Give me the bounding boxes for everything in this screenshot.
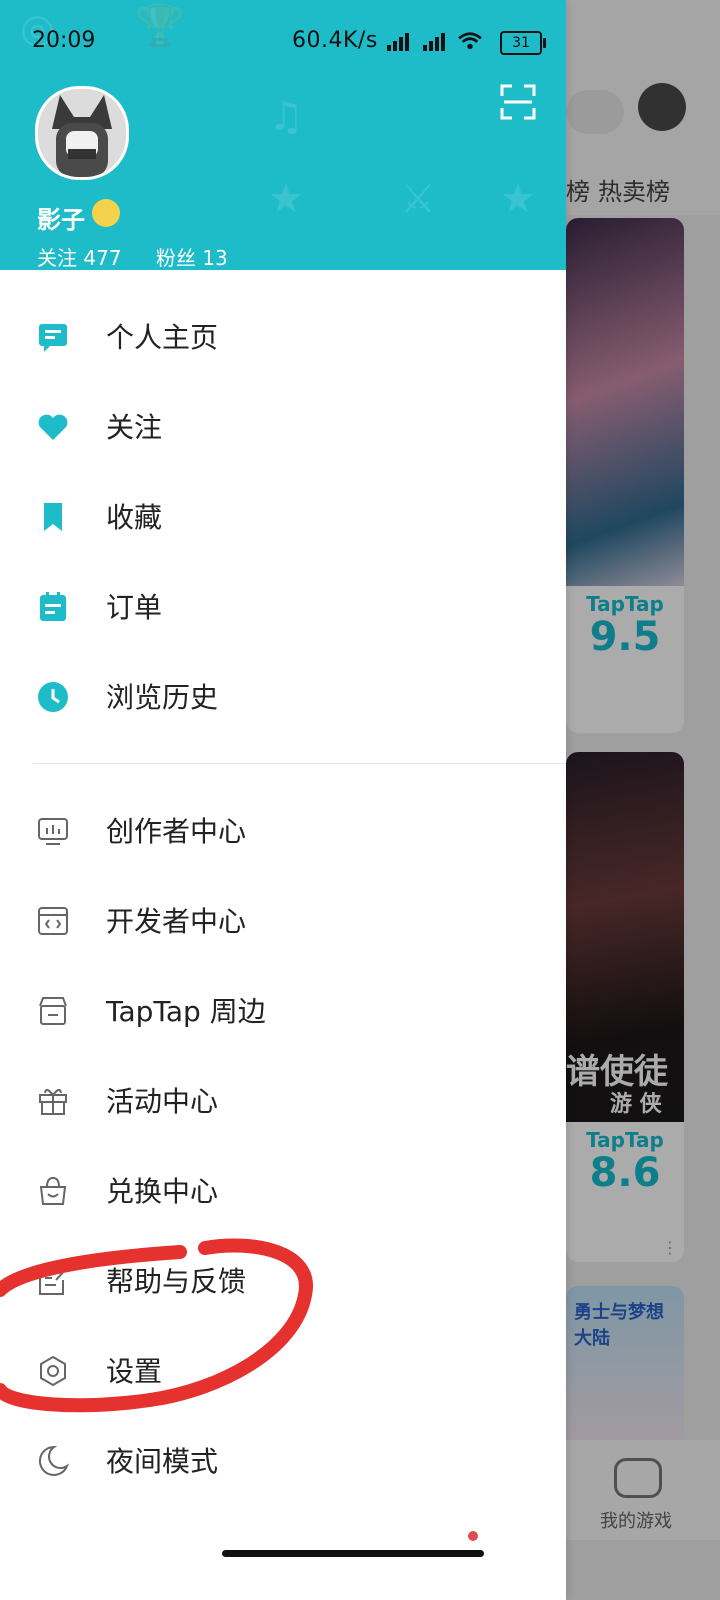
decor-pattern: 🏆 bbox=[135, 3, 185, 49]
moon-icon bbox=[38, 1445, 70, 1476]
bookmark-icon bbox=[44, 503, 62, 531]
battery-icon: 31 bbox=[500, 31, 546, 55]
menu-item-developer-center[interactable]: 开发者中心 bbox=[0, 882, 566, 962]
clock-icon bbox=[38, 682, 68, 712]
home-indicator[interactable] bbox=[222, 1550, 484, 1557]
menu-item-creator-center[interactable]: 创作者中心 bbox=[0, 792, 566, 872]
signal-icon bbox=[387, 33, 410, 51]
avatar-image bbox=[38, 89, 126, 177]
creator-icon bbox=[38, 818, 68, 845]
following-count[interactable]: 关注 477 bbox=[37, 246, 122, 270]
bag-icon bbox=[39, 1176, 67, 1205]
user-badge-icon bbox=[92, 199, 120, 227]
decor-pattern: ⚔ bbox=[400, 176, 436, 222]
decor-pattern: ♫ bbox=[268, 94, 304, 140]
menu-label: 创作者中心 bbox=[106, 815, 247, 848]
menu-label: 开发者中心 bbox=[106, 905, 247, 938]
menu-item-favorites[interactable]: 收藏 bbox=[0, 478, 566, 558]
menu-label: 浏览历史 bbox=[106, 681, 219, 714]
user-avatar[interactable] bbox=[35, 86, 129, 180]
menu-item-activity-center[interactable]: 活动中心 bbox=[0, 1062, 566, 1142]
menu-item-taptap-store[interactable]: TapTap 周边 bbox=[0, 972, 566, 1052]
menu-divider bbox=[33, 763, 566, 764]
menu-label: 个人主页 bbox=[106, 321, 219, 354]
store-icon bbox=[39, 997, 67, 1025]
profile-icon bbox=[39, 324, 67, 352]
order-icon bbox=[40, 592, 66, 621]
menu-label: 活动中心 bbox=[106, 1085, 219, 1118]
menu-label: TapTap 周边 bbox=[106, 995, 266, 1028]
profile-stats: 关注 477 粉丝 13 bbox=[37, 242, 256, 270]
network-speed: 60.4K/s bbox=[292, 28, 378, 53]
menu-label: 夜间模式 bbox=[106, 1445, 219, 1478]
menu-item-history[interactable]: 浏览历史 bbox=[0, 658, 566, 738]
fans-count[interactable]: 粉丝 13 bbox=[156, 246, 228, 270]
signal-icon bbox=[422, 33, 445, 51]
decor-pattern: ★ bbox=[500, 176, 536, 222]
wifi-icon bbox=[458, 32, 483, 50]
menu-label: 收藏 bbox=[106, 501, 163, 534]
annotation-circle bbox=[0, 1238, 313, 1413]
menu-label: 订单 bbox=[106, 591, 163, 624]
status-bar-right: 60.4K/s bbox=[292, 28, 484, 53]
decor-pattern: ★ bbox=[268, 176, 304, 222]
notification-dot bbox=[468, 1531, 478, 1541]
menu-label: 关注 bbox=[106, 411, 163, 444]
developer-icon bbox=[38, 907, 68, 935]
menu-item-night-mode[interactable]: 夜间模式 bbox=[0, 1422, 566, 1502]
menu-item-orders[interactable]: 订单 bbox=[0, 568, 566, 648]
drawer-header: ◎ 🏆 ♫ ★ ★ ⚔ 20:09 60.4K/s 31 影子 关注 477 粉… bbox=[0, 0, 566, 270]
menu-item-redeem-center[interactable]: 兑换中心 bbox=[0, 1152, 566, 1232]
gift-icon bbox=[39, 1089, 67, 1115]
menu-item-following[interactable]: 关注 bbox=[0, 388, 566, 468]
heart-icon bbox=[38, 414, 68, 440]
menu-item-profile[interactable]: 个人主页 bbox=[0, 298, 566, 378]
scan-icon[interactable] bbox=[500, 84, 536, 120]
status-time: 20:09 bbox=[32, 28, 96, 53]
username[interactable]: 影子 bbox=[37, 200, 85, 235]
menu-label: 兑换中心 bbox=[106, 1175, 219, 1208]
